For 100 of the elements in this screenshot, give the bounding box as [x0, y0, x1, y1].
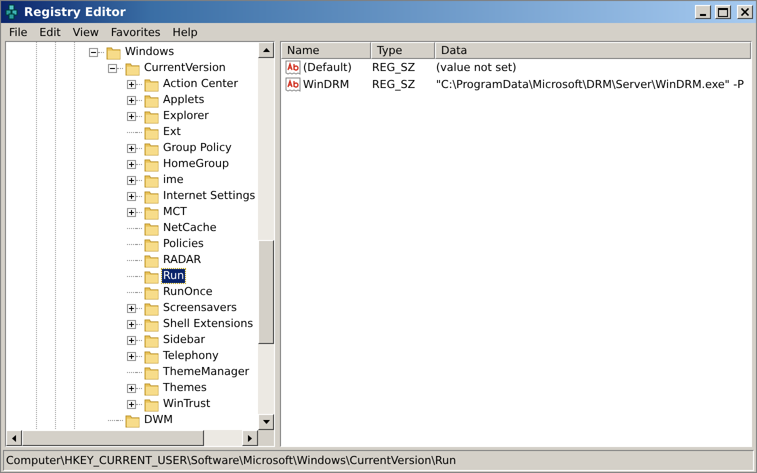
registry-cubes-icon [4, 4, 20, 20]
folder-icon [144, 220, 159, 236]
horizontal-scrollbar[interactable] [6, 430, 274, 446]
expand-icon[interactable] [127, 112, 136, 120]
menu-item[interactable]: Edit [33, 26, 67, 38]
tree-item[interactable]: Policies [162, 237, 205, 251]
maximize-button[interactable] [715, 5, 731, 19]
tree-item[interactable]: DWM [143, 413, 174, 427]
left-arrow-icon [12, 434, 16, 442]
value-name[interactable]: (Default) [303, 61, 373, 74]
column-header[interactable]: Type [371, 42, 435, 59]
tree-item[interactable]: Themes [162, 381, 208, 395]
tree-item[interactable]: Internet Settings [162, 189, 256, 203]
menu-item[interactable]: Help [166, 26, 204, 38]
expand-icon[interactable] [127, 80, 136, 88]
folder-icon [144, 316, 159, 332]
folder-icon [144, 252, 159, 268]
folder-icon [144, 204, 159, 220]
value-type: REG_SZ [371, 61, 416, 74]
folder-icon [144, 380, 159, 396]
scroll-thumb[interactable] [22, 430, 204, 446]
tree-item[interactable]: MCT [162, 205, 188, 219]
tree-item[interactable]: RunOnce [162, 285, 214, 299]
scroll-down-button[interactable] [258, 414, 274, 430]
tree-item[interactable]: HomeGroup [162, 157, 230, 171]
collapse-icon[interactable] [89, 48, 98, 56]
value-name[interactable]: WinDRM [303, 78, 373, 91]
tree-item[interactable]: Sidebar [162, 333, 206, 347]
down-arrow-icon [262, 420, 270, 424]
folder-icon [144, 188, 159, 204]
tree-item[interactable]: Group Policy [162, 141, 233, 155]
tree-item[interactable]: ThemeManager [162, 365, 250, 379]
string-value-icon [285, 60, 301, 76]
folder-icon [144, 140, 159, 156]
window-title: Registry Editor [24, 5, 127, 19]
expand-icon[interactable] [127, 160, 136, 168]
expand-icon[interactable] [127, 304, 136, 312]
close-button[interactable] [737, 5, 753, 19]
tree-item[interactable]: Ext [162, 125, 182, 139]
string-value-icon [285, 76, 301, 92]
scroll-up-button[interactable] [258, 42, 274, 58]
expand-icon[interactable] [127, 96, 136, 104]
folder-icon [144, 300, 159, 316]
tree-item[interactable]: ime [162, 173, 185, 187]
column-header[interactable]: Name [281, 42, 371, 59]
folder-icon [144, 268, 159, 284]
expand-icon[interactable] [127, 400, 136, 408]
menu-item[interactable]: Favorites [104, 26, 167, 38]
menu-item[interactable]: File [3, 26, 34, 38]
value-data: (value not set) [435, 61, 518, 74]
folder-icon [144, 108, 159, 124]
folder-icon [144, 364, 159, 380]
folder-icon [144, 92, 159, 108]
tree-item[interactable]: Explorer [162, 109, 210, 123]
tree-item[interactable]: RADAR [162, 253, 202, 267]
value-type: REG_SZ [371, 78, 416, 91]
folder-icon [125, 412, 140, 428]
expand-icon[interactable] [127, 176, 136, 184]
close-icon [741, 8, 749, 16]
folder-icon [144, 124, 159, 140]
tree-item[interactable]: Shell Extensions [162, 317, 254, 331]
scroll-thumb[interactable] [258, 240, 274, 344]
folder-icon [144, 284, 159, 300]
vertical-scrollbar[interactable] [258, 42, 274, 430]
expand-icon[interactable] [127, 320, 136, 328]
expand-icon[interactable] [127, 336, 136, 344]
scrollbar-corner [258, 430, 274, 446]
tree-item[interactable]: Action Center [162, 77, 239, 91]
tree-item[interactable]: Run [162, 269, 186, 283]
folder-icon [144, 236, 159, 252]
expand-icon[interactable] [127, 352, 136, 360]
folder-icon [144, 172, 159, 188]
minimize-button[interactable] [695, 5, 711, 19]
folder-icon [106, 44, 121, 60]
tree-item[interactable]: Applets [162, 93, 206, 107]
tree-item[interactable]: NetCache [162, 221, 218, 235]
menu-item[interactable]: View [66, 26, 105, 38]
folder-icon [144, 332, 159, 348]
tree-item[interactable]: WinTrust [162, 397, 212, 411]
folder-icon [144, 76, 159, 92]
expand-icon[interactable] [127, 208, 136, 216]
expand-icon[interactable] [127, 144, 136, 152]
status-bar: Computer\HKEY_CURRENT_USER\Software\Microsoft\Windows\CurrentVersion\Run [3, 450, 754, 471]
folder-icon [144, 396, 159, 412]
right-arrow-icon [248, 434, 252, 442]
up-arrow-icon [262, 48, 270, 52]
folder-icon [144, 156, 159, 172]
scroll-left-button[interactable] [6, 430, 22, 446]
scroll-right-button[interactable] [242, 430, 258, 446]
tree-item[interactable]: Windows [124, 45, 176, 59]
expand-icon[interactable] [127, 192, 136, 200]
tree-item[interactable]: Telephony [162, 349, 220, 363]
column-header[interactable]: Data [435, 42, 751, 59]
expand-icon[interactable] [127, 384, 136, 392]
tree-item[interactable]: Screensavers [162, 301, 238, 315]
maximize-icon [718, 8, 728, 16]
value-data: "C:\ProgramData\Microsoft\DRM\Server\WinDRM.exe" -P [435, 78, 745, 91]
folder-icon [125, 60, 140, 76]
tree-item[interactable]: CurrentVersion [143, 61, 227, 75]
collapse-icon[interactable] [108, 64, 117, 72]
